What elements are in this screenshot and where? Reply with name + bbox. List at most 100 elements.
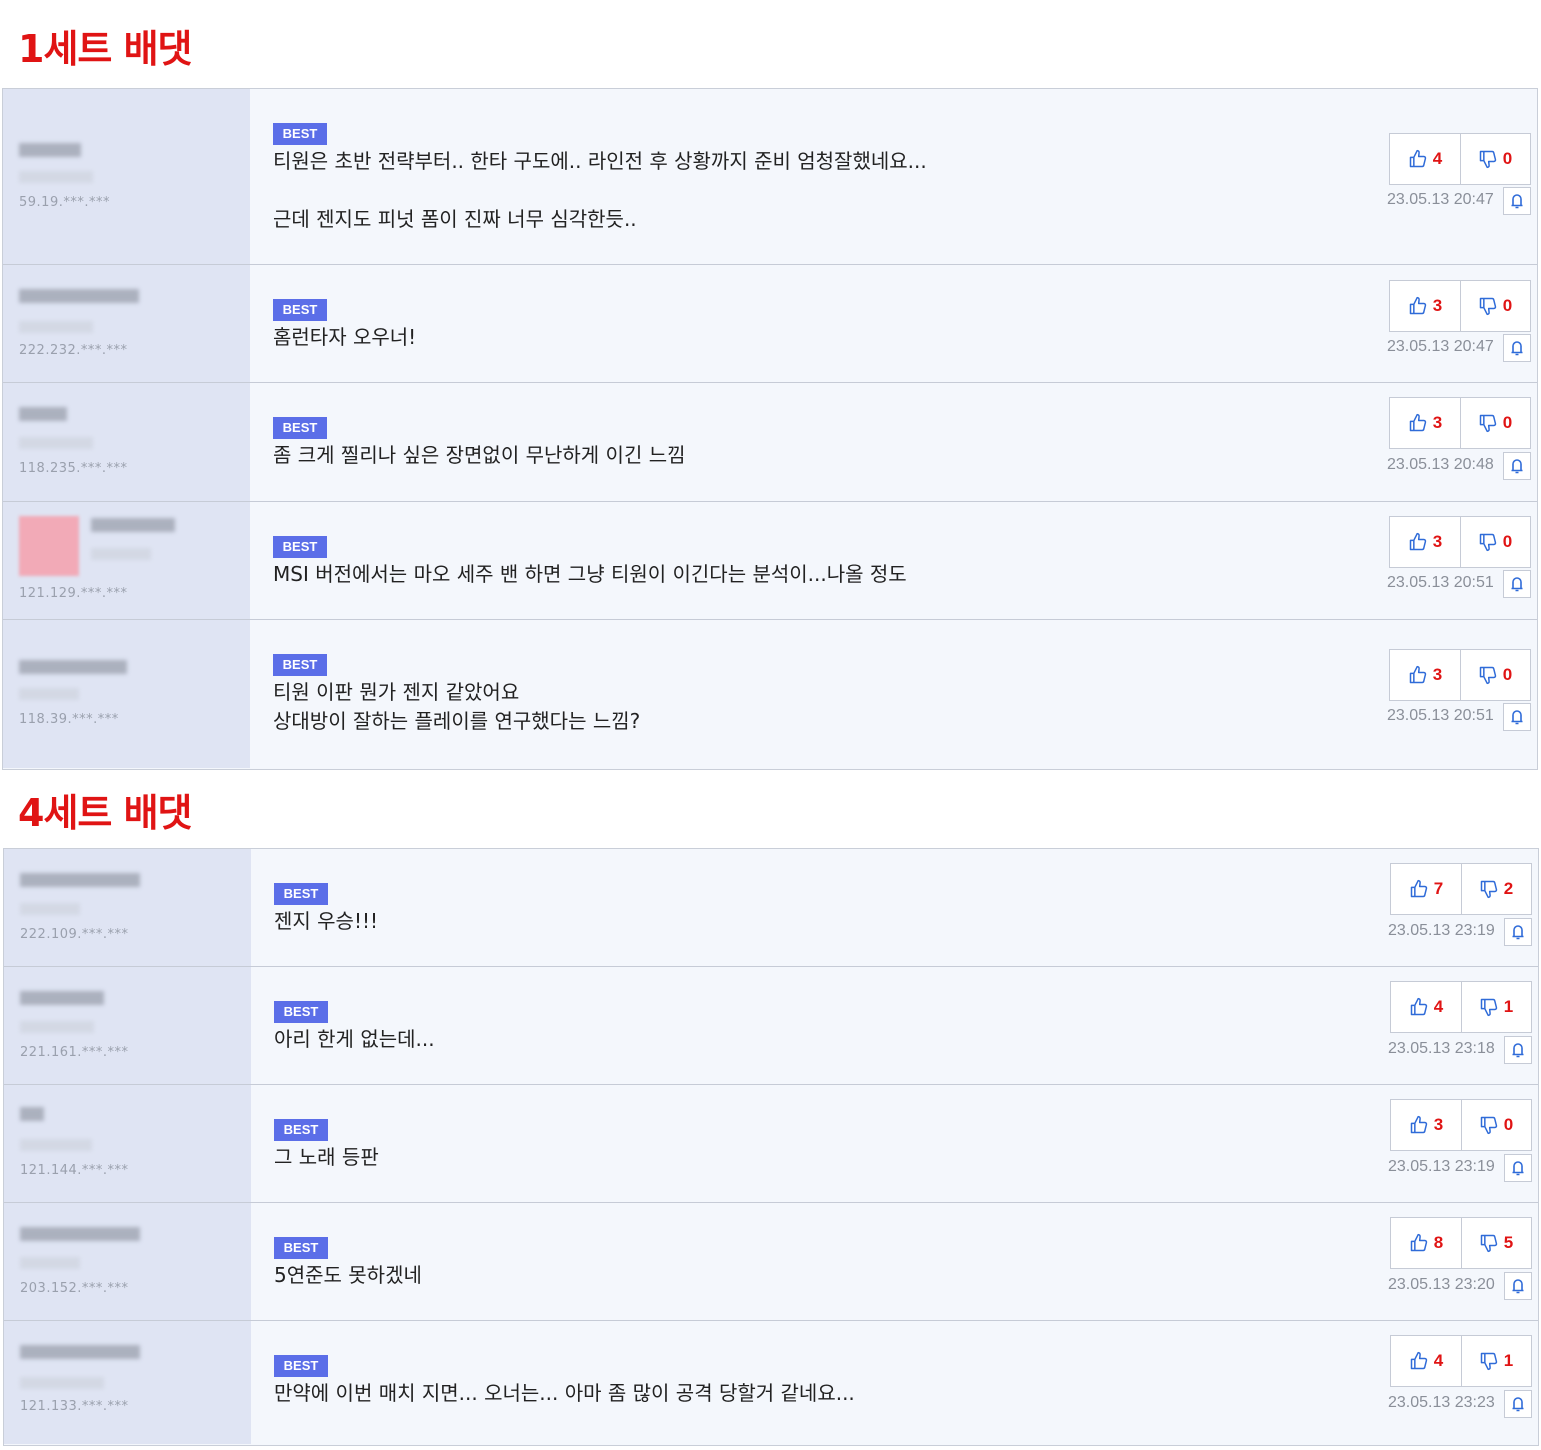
report-button[interactable]: [1504, 1390, 1532, 1418]
comment-list: 59.19.***.*** BEST 티원은 초반 전략부터.. 한타 구도에.…: [2, 88, 1538, 770]
best-badge: BEST: [274, 883, 328, 905]
like-count: 4: [1433, 1351, 1444, 1370]
report-button[interactable]: [1503, 703, 1531, 731]
username-blurred: [19, 289, 139, 303]
bell-icon: [1511, 577, 1523, 592]
vote-box: 3 0: [1390, 1099, 1532, 1151]
thumbs-down-icon: [1480, 880, 1497, 899]
dislike-button[interactable]: 0: [1460, 650, 1530, 700]
vote-box: 3 0: [1389, 280, 1531, 332]
dislike-count: 0: [1502, 413, 1513, 432]
report-button[interactable]: [1504, 918, 1532, 946]
report-button[interactable]: [1503, 570, 1531, 598]
like-button[interactable]: 4: [1391, 1336, 1462, 1386]
like-button[interactable]: 3: [1390, 650, 1461, 700]
comment-text: 티원은 초반 전략부터.. 한타 구도에.. 라인전 후 상황까지 준비 엄청잘…: [273, 149, 927, 231]
user-level-blurred: [20, 1021, 94, 1033]
thumbs-down-icon: [1479, 150, 1496, 169]
user-level-blurred: [19, 321, 93, 333]
report-button[interactable]: [1503, 187, 1531, 215]
vote-box: 4 1: [1390, 1335, 1532, 1387]
thumbs-up-icon: [1410, 1115, 1427, 1134]
username-blurred: [19, 660, 127, 674]
like-button[interactable]: 7: [1391, 864, 1462, 914]
best-badge: BEST: [274, 1237, 328, 1259]
user-ip: 59.19.***.***: [19, 195, 110, 210]
vote-box: 3 0: [1389, 397, 1531, 449]
comment-row: 118.235.***.*** BEST 좀 크게 찔리나 싶은 장면없이 무난…: [3, 383, 1537, 502]
comment-date: 23.05.13 20:47: [1387, 191, 1494, 208]
comment-date: 23.05.13 23:19: [1388, 1158, 1495, 1175]
dislike-button[interactable]: 0: [1460, 281, 1530, 331]
dislike-button[interactable]: 2: [1461, 864, 1531, 914]
comment-row: 121.133.***.*** BEST 만약에 이번 매치 지면... 오너는…: [4, 1321, 1538, 1444]
comment-text: 그 노래 등판: [274, 1145, 379, 1169]
user-ip: 121.133.***.***: [20, 1399, 129, 1414]
best-badge: BEST: [273, 654, 327, 676]
comment-text: 만약에 이번 매치 지면... 오너는... 아마 좀 많이 공격 당할거 같네…: [274, 1381, 855, 1405]
like-button[interactable]: 3: [1390, 398, 1461, 448]
dislike-button[interactable]: 5: [1461, 1218, 1531, 1268]
comment-row: 222.109.***.*** BEST 젠지 우승!!! 7 2 23.05.…: [4, 849, 1538, 967]
thumbs-up-icon: [1409, 149, 1426, 168]
dislike-button[interactable]: 0: [1460, 517, 1530, 567]
user-level-blurred: [91, 548, 151, 560]
like-count: 3: [1432, 532, 1443, 551]
dislike-count: 1: [1503, 1351, 1514, 1370]
dislike-count: 1: [1503, 997, 1514, 1016]
like-count: 8: [1433, 1233, 1444, 1252]
comment-row: 121.129.***.*** BEST MSI 버전에서는 마오 세주 밴 하…: [3, 502, 1537, 620]
like-button[interactable]: 3: [1391, 1100, 1462, 1150]
like-button[interactable]: 3: [1390, 281, 1461, 331]
user-level-blurred: [20, 1377, 104, 1389]
username-blurred: [91, 518, 175, 532]
comment-text: 젠지 우승!!!: [274, 909, 379, 933]
dislike-button[interactable]: 0: [1460, 134, 1530, 184]
section-title: 4세트 배댓: [18, 791, 193, 835]
dislike-button[interactable]: 1: [1461, 982, 1531, 1032]
comment-text: 좀 크게 찔리나 싶은 장면없이 무난하게 이긴 느낌: [273, 443, 686, 467]
username-blurred: [20, 991, 104, 1005]
comment-date: 23.05.13 23:18: [1388, 1040, 1495, 1057]
dislike-button[interactable]: 0: [1460, 398, 1530, 448]
thumbs-up-icon: [1410, 997, 1427, 1016]
user-info: 118.39.***.***: [3, 620, 250, 768]
comment-row: 222.232.***.*** BEST 홈런타자 오우너! 3 0 23.05…: [3, 265, 1537, 383]
dislike-count: 0: [1502, 665, 1513, 684]
report-button[interactable]: [1504, 1154, 1532, 1182]
report-button[interactable]: [1503, 452, 1531, 480]
like-count: 3: [1432, 665, 1443, 684]
user-ip: 222.232.***.***: [19, 343, 128, 358]
bell-icon: [1511, 194, 1523, 209]
like-button[interactable]: 4: [1390, 134, 1461, 184]
like-button[interactable]: 4: [1391, 982, 1462, 1032]
thumbs-down-icon: [1480, 1116, 1497, 1135]
username-blurred: [19, 407, 67, 421]
best-badge: BEST: [274, 1355, 328, 1377]
thumbs-down-icon: [1479, 297, 1496, 316]
comment-date: 23.05.13 20:47: [1387, 338, 1494, 355]
vote-box: 4 1: [1390, 981, 1532, 1033]
report-button[interactable]: [1504, 1036, 1532, 1064]
dislike-count: 2: [1503, 879, 1514, 898]
comment-text: MSI 버전에서는 마오 세주 밴 하면 그냥 티원이 이긴다는 분석이...나…: [273, 562, 907, 586]
comment-text: 티원 이판 뭔가 젠지 같았어요 상대방이 잘하는 플레이를 연구했다는 느낌?: [273, 680, 641, 733]
user-info: 59.19.***.***: [3, 89, 250, 264]
like-button[interactable]: 3: [1390, 517, 1461, 567]
report-button[interactable]: [1504, 1272, 1532, 1300]
like-button[interactable]: 8: [1391, 1218, 1462, 1268]
best-badge: BEST: [274, 1001, 328, 1023]
comment-row: 221.161.***.*** BEST 아리 한게 없는데... 4 1 23…: [4, 967, 1538, 1085]
thumbs-down-icon: [1479, 533, 1496, 552]
vote-box: 8 5: [1390, 1217, 1532, 1269]
comment-row: 59.19.***.*** BEST 티원은 초반 전략부터.. 한타 구도에.…: [3, 89, 1537, 265]
best-badge: BEST: [273, 123, 327, 145]
like-count: 4: [1432, 149, 1443, 168]
dislike-button[interactable]: 1: [1461, 1336, 1531, 1386]
dislike-button[interactable]: 0: [1461, 1100, 1531, 1150]
thumbs-down-icon: [1479, 414, 1496, 433]
user-info: 222.232.***.***: [3, 265, 250, 382]
report-button[interactable]: [1503, 334, 1531, 362]
dislike-count: 0: [1502, 296, 1513, 315]
username-blurred: [20, 1345, 140, 1359]
